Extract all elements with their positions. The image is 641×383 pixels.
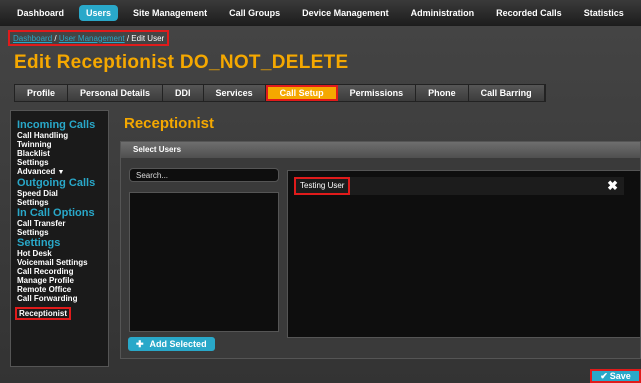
sidebar-item-voicemail-settings[interactable]: Voicemail Settings — [17, 258, 108, 267]
tab-bar: Profile Personal Details DDI Services Ca… — [14, 84, 546, 102]
plus-icon: ✚ — [136, 338, 144, 349]
available-users-list[interactable] — [129, 192, 279, 332]
page-title: Edit Receptionist DO_NOT_DELETE — [14, 52, 349, 73]
search-input[interactable] — [129, 168, 279, 182]
tab-personal-details[interactable]: Personal Details — [68, 85, 164, 101]
breadcrumb-separator: / — [52, 33, 59, 43]
sidebar-item-twinning[interactable]: Twinning — [17, 140, 108, 149]
sidebar-item-call-transfer[interactable]: Call Transfer — [17, 219, 108, 228]
breadcrumb-current: Edit User — [131, 33, 165, 43]
sidebar-item-incall-settings[interactable]: Settings — [17, 228, 108, 237]
top-navigation: Dashboard Users Site Management Call Gro… — [0, 0, 641, 26]
caret-down-icon: ▼ — [57, 169, 65, 176]
select-users-panel: Select Users Testing User ✖ ✚ Add Select… — [120, 141, 641, 359]
nav-statistics[interactable]: Statistics — [577, 5, 631, 21]
sidebar-item-call-handling[interactable]: Call Handling — [17, 131, 108, 140]
nav-users[interactable]: Users — [79, 5, 119, 21]
breadcrumb-dashboard-link[interactable]: Dashboard — [13, 34, 52, 43]
section-title: Receptionist — [124, 115, 215, 132]
tab-ddi[interactable]: DDI — [163, 85, 204, 101]
sidebar-item-remote-office[interactable]: Remote Office — [17, 285, 108, 294]
sidebar-item-incoming-settings[interactable]: Settings — [17, 158, 108, 167]
tab-permissions[interactable]: Permissions — [338, 85, 417, 101]
nav-site-management[interactable]: Site Management — [126, 5, 214, 21]
sidebar-item-call-recording[interactable]: Call Recording — [17, 267, 108, 276]
nav-dashboard[interactable]: Dashboard — [10, 5, 71, 21]
sidebar-item-outgoing-settings[interactable]: Settings — [17, 198, 108, 207]
panel-header: Select Users — [121, 142, 640, 158]
save-button[interactable]: ✔ Save — [590, 369, 641, 383]
list-item[interactable]: Testing User ✖ — [294, 177, 624, 195]
tab-call-setup[interactable]: Call Setup — [265, 85, 338, 101]
nav-call-groups[interactable]: Call Groups — [222, 5, 287, 21]
save-label: Save — [609, 371, 631, 381]
sidebar-item-advanced-label: Advanced — [17, 167, 56, 176]
sidebar-section-settings: Settings — [17, 237, 61, 249]
tab-profile[interactable]: Profile — [15, 85, 69, 101]
tab-phone[interactable]: Phone — [416, 85, 469, 101]
sidebar-section-in-call-options: In Call Options — [17, 207, 95, 219]
selected-users-list: Testing User ✖ — [287, 170, 641, 338]
tab-call-barring[interactable]: Call Barring — [469, 85, 545, 101]
breadcrumb-user-management-link[interactable]: User Management — [59, 34, 125, 43]
nav-administration[interactable]: Administration — [404, 5, 482, 21]
sidebar-item-speed-dial[interactable]: Speed Dial — [17, 189, 108, 198]
sidebar-item-blacklist[interactable]: Blacklist — [17, 149, 108, 158]
sidebar-section-incoming-calls: Incoming Calls — [17, 119, 96, 131]
sidebar-item-receptionist[interactable]: Receptionist — [15, 307, 72, 320]
selected-user-name: Testing User — [294, 177, 351, 195]
close-icon[interactable]: ✖ — [607, 178, 618, 194]
tab-services[interactable]: Services — [204, 85, 266, 101]
sidebar-item-manage-profile[interactable]: Manage Profile — [17, 276, 108, 285]
nav-device-management[interactable]: Device Management — [295, 5, 396, 21]
add-selected-button[interactable]: ✚ Add Selected — [128, 337, 215, 351]
sidebar: Incoming Calls Call Handling Twinning Bl… — [10, 110, 109, 367]
sidebar-item-call-forwarding[interactable]: Call Forwarding — [17, 294, 108, 303]
sidebar-item-hot-desk[interactable]: Hot Desk — [17, 249, 108, 258]
checkmark-icon: ✔ — [600, 370, 608, 381]
add-selected-label: Add Selected — [149, 339, 207, 349]
nav-recorded-calls[interactable]: Recorded Calls — [489, 5, 569, 21]
breadcrumb-separator: / — [124, 33, 132, 43]
breadcrumb: Dashboard / User Management / Edit User — [8, 30, 170, 46]
sidebar-item-advanced[interactable]: Advanced ▼ — [17, 167, 108, 177]
sidebar-section-outgoing-calls: Outgoing Calls — [17, 177, 96, 189]
